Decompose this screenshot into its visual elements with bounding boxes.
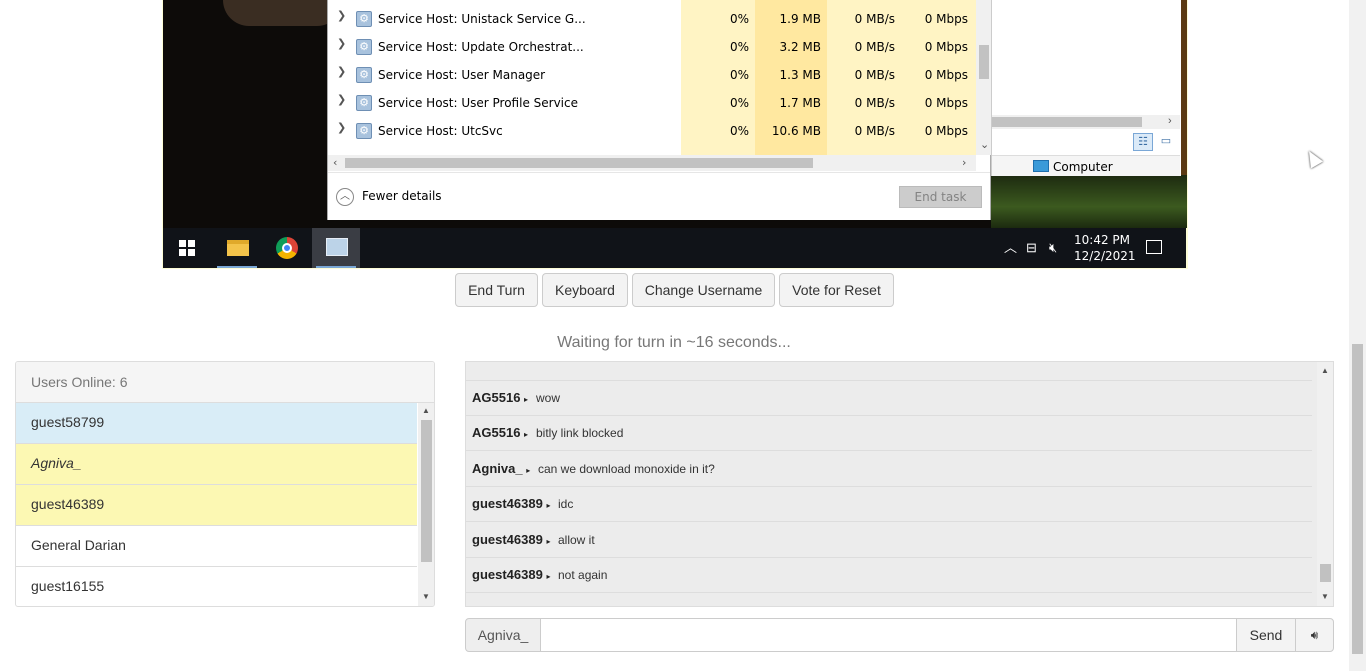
gear-icon: ⚙ [356, 123, 372, 139]
file-explorer-taskbar-button[interactable] [213, 228, 261, 268]
chevron-up-icon[interactable]: ︿ [336, 188, 354, 206]
scrollbar-thumb[interactable] [992, 117, 1142, 127]
process-row[interactable]: ❯ ⚙ Service Host: User Manager 0% 1.3 MB… [328, 59, 976, 87]
chat-message: Agniva_ ▸ can we download monoxide in it… [466, 451, 1312, 487]
chevron-right-icon[interactable]: ❯ [337, 9, 346, 22]
turn-status: Waiting for turn in ~16 seconds... [557, 334, 791, 351]
vote-reset-button[interactable]: Vote for Reset [779, 273, 894, 307]
user-list-item[interactable]: Agniva_ [16, 444, 417, 485]
user-list-item[interactable]: General Darian [16, 526, 417, 567]
user-list-item[interactable]: guest58799 [16, 403, 417, 444]
gear-icon: ⚙ [356, 39, 372, 55]
chat-message: AG5516 ▸ bitly link blocked [466, 415, 1312, 451]
chat-username: guest46389 ▸ [472, 567, 551, 582]
chevron-right-icon[interactable]: ❯ [337, 65, 346, 78]
chat-text: allow it [558, 533, 595, 547]
gear-icon: ⚙ [356, 95, 372, 111]
computer-icon [1033, 160, 1049, 172]
chat-message-partial [466, 362, 1312, 381]
scrollbar-thumb[interactable] [1320, 564, 1331, 582]
task-manager-window: ❯ ⚙ Service Host: Unistack Service G... … [327, 0, 992, 220]
chat-username: guest46389 ▸ [472, 532, 551, 547]
process-row[interactable]: ❯ ⚙ Service Host: User Profile Service 0… [328, 87, 976, 115]
gear-icon: ⚙ [356, 11, 372, 27]
chevron-right-icon[interactable]: ❯ [337, 93, 346, 106]
user-list-item[interactable]: guest46389 [16, 485, 417, 526]
system-clock[interactable]: 10:42 PM 12/2/2021 [1074, 232, 1136, 264]
process-row[interactable]: ❯ ⚙ Service Host: Update Orchestrat... 0… [328, 31, 976, 59]
vm-screen[interactable]: ❯ ⚙ Service Host: Unistack Service G... … [162, 0, 1188, 269]
task-manager-footer: ︿ Fewer details End task [328, 172, 990, 220]
fewer-details-link[interactable]: Fewer details [362, 189, 442, 203]
scroll-down-icon[interactable]: ▼ [422, 592, 430, 601]
chat-text: not again [558, 568, 608, 582]
speaker-icon: 🔊︎ [1310, 628, 1319, 642]
mouse-cursor-icon [1302, 147, 1324, 169]
show-hidden-icons-icon[interactable]: ︿ [1004, 228, 1017, 268]
chat-text: bitly link blocked [536, 426, 624, 440]
process-row[interactable]: ❯ ⚙ Service Host: Unistack Service G... … [328, 3, 976, 31]
send-button[interactable]: Send [1236, 618, 1296, 652]
scroll-right-icon[interactable]: › [962, 156, 966, 169]
sound-toggle-button[interactable]: 🔊︎ [1295, 618, 1334, 652]
chat-username: guest46389 ▸ [472, 496, 551, 511]
scrollbar-thumb[interactable] [345, 158, 813, 168]
change-username-button[interactable]: Change Username [632, 273, 775, 307]
gear-icon: ⚙ [356, 67, 372, 83]
start-button[interactable] [163, 228, 211, 268]
process-row[interactable]: ❯ ⚙ Service Host: UtcSvc 0% 10.6 MB 0 MB… [328, 115, 976, 143]
chat-message: guest46389 ▸ idc [466, 486, 1312, 522]
chevron-right-icon[interactable]: ❯ [337, 37, 346, 50]
scroll-left-icon[interactable]: ‹ [333, 156, 337, 169]
chrome-taskbar-button[interactable] [262, 228, 310, 268]
scroll-down-icon[interactable]: ⌄ [980, 138, 989, 151]
details-view-icon[interactable]: ☷ [1133, 133, 1153, 151]
chat-text: wow [536, 391, 561, 405]
action-center-icon[interactable] [1146, 240, 1162, 254]
scroll-right-icon[interactable]: › [1168, 115, 1172, 127]
end-task-button[interactable]: End task [899, 186, 982, 208]
task-manager-taskbar-button[interactable] [312, 228, 360, 268]
keyboard-button[interactable]: Keyboard [542, 273, 628, 307]
task-manager-icon [326, 238, 348, 256]
chat-input-group: Agniva_ Send 🔊︎ [465, 618, 1334, 652]
users-online-header: Users Online: 6 [16, 362, 434, 403]
file-explorer-window: › ☷ ▭ Computer [991, 0, 1181, 176]
chat-username: AG5516 ▸ [472, 425, 529, 440]
windows-logo-icon [179, 240, 195, 256]
volume-muted-icon[interactable]: 🔇︎ [1049, 228, 1057, 268]
scroll-up-icon[interactable]: ▲ [422, 406, 430, 415]
folder-icon [227, 240, 249, 256]
explorer-status-item[interactable]: Computer [992, 155, 1180, 176]
chat-message: guest46389 ▸ not again [466, 557, 1312, 593]
scrollbar-thumb[interactable] [421, 420, 432, 562]
chat-log: AG5516 ▸ wow AG5516 ▸ bitly link blocked… [465, 361, 1334, 607]
chat-message: guest46389 ▸ allow it [466, 522, 1312, 558]
chat-username: AG5516 ▸ [472, 390, 529, 405]
chat-input[interactable] [540, 618, 1237, 652]
user-list-item[interactable]: guest16155 [16, 567, 417, 606]
chat-text: can we download monoxide in it? [538, 462, 715, 476]
current-username: Agniva_ [465, 618, 541, 652]
scrollbar-thumb[interactable] [1352, 344, 1363, 654]
end-turn-button[interactable]: End Turn [455, 273, 538, 307]
windows-taskbar: ︿ ⊟ 🔇︎ 10:42 PM 12/2/2021 [163, 228, 1186, 268]
chevron-right-icon[interactable]: ❯ [337, 121, 346, 134]
scroll-down-icon[interactable]: ▼ [1321, 592, 1329, 601]
chrome-icon [276, 237, 298, 259]
chat-message: AG5516 ▸ wow [466, 380, 1312, 416]
chat-text: idc [558, 497, 574, 511]
scrollbar-thumb[interactable] [979, 45, 989, 79]
chat-username: Agniva_ ▸ [472, 461, 531, 476]
large-icons-view-icon[interactable]: ▭ [1156, 133, 1176, 151]
network-icon[interactable]: ⊟ [1026, 228, 1037, 268]
scroll-up-icon[interactable]: ▲ [1321, 366, 1329, 375]
users-panel: Users Online: 6 guest58799 Agniva_ guest… [15, 361, 435, 607]
